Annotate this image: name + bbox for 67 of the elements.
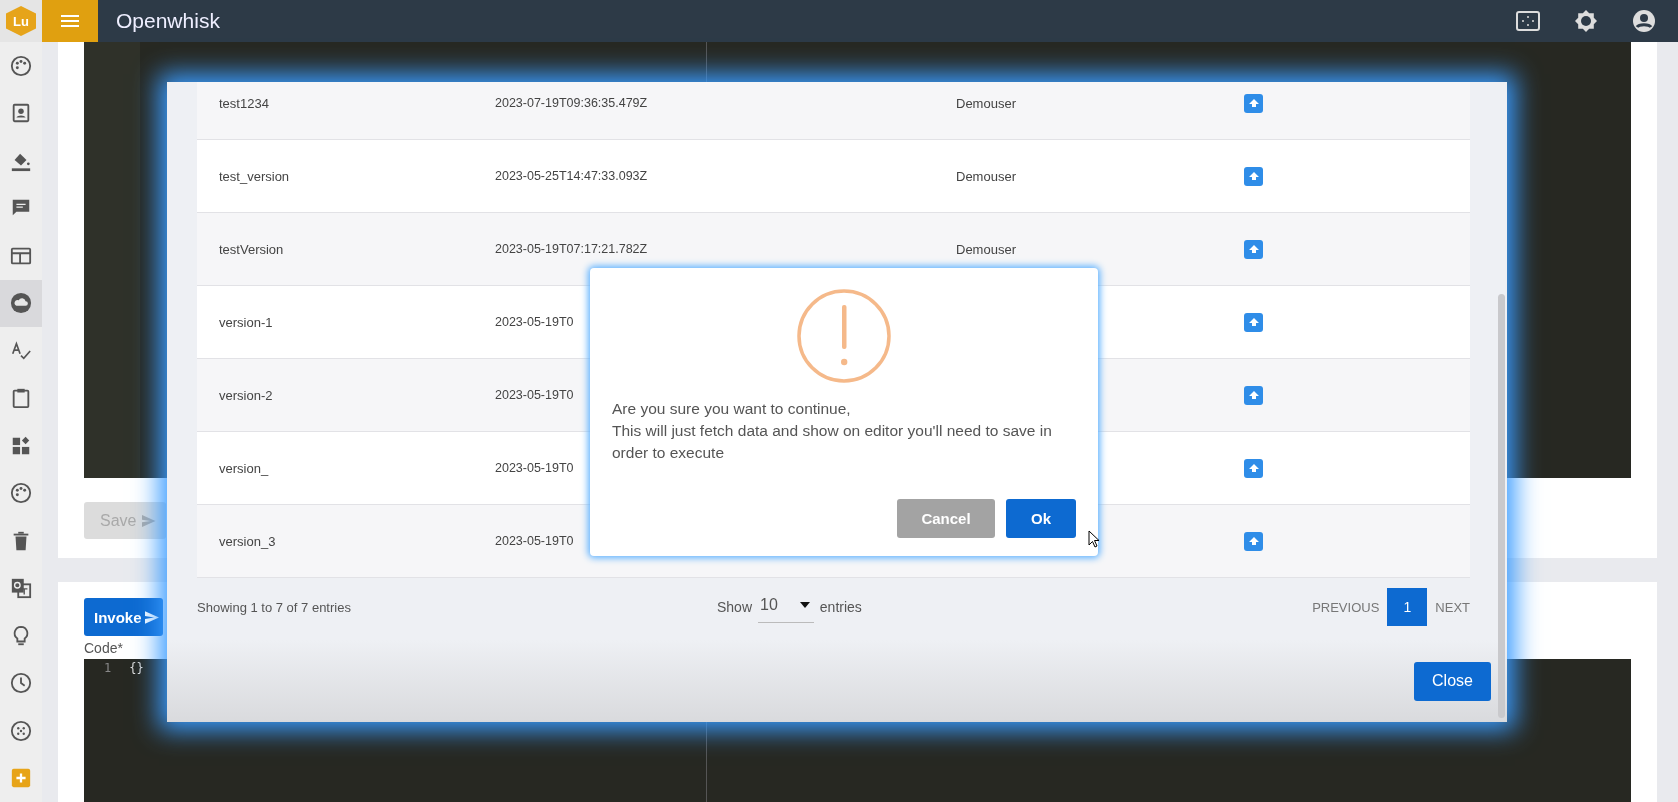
version-date: 2023-05-19T0 <box>495 388 575 402</box>
upload-button[interactable] <box>1244 385 1263 405</box>
translate-icon <box>10 577 32 600</box>
version-date: 2023-05-19T07:17:21.782Z <box>495 242 649 256</box>
clipboard-icon <box>10 387 32 410</box>
version-date: 2023-05-25T14:47:33.093Z <box>495 169 649 183</box>
version-date: 2023-05-19T0 <box>495 461 575 475</box>
version-name: version_ <box>219 460 270 476</box>
app-title: Openwhisk <box>116 9 220 33</box>
page-button[interactable]: 1 <box>1387 588 1428 626</box>
arrow-up-icon <box>1247 171 1260 181</box>
warning-icon <box>796 288 892 384</box>
caret-icon <box>799 601 810 608</box>
version-name: test_version <box>219 168 291 184</box>
upload-button[interactable] <box>1244 239 1263 259</box>
ok-button[interactable]: Ok <box>1006 499 1076 538</box>
spellcheck-icon <box>10 339 32 362</box>
widgets-icon <box>10 434 32 457</box>
arrow-up-icon <box>1247 536 1260 546</box>
upload-button[interactable] <box>1244 312 1263 332</box>
sidebar-item[interactable] <box>0 279 42 327</box>
arrow-up-icon <box>1247 390 1260 400</box>
upload-button[interactable] <box>1244 166 1263 186</box>
cloud-icon <box>10 292 32 315</box>
version-name: version-2 <box>219 387 274 403</box>
upload-button[interactable] <box>1244 531 1263 551</box>
upload-button[interactable] <box>1244 458 1263 478</box>
line-number: 1 <box>104 661 112 675</box>
version-date: 2023-05-19T0 <box>495 315 575 329</box>
logo-badge: Lu <box>0 0 42 42</box>
dots-circle-icon <box>10 719 32 742</box>
code-text: {} <box>129 661 144 675</box>
scrollbar-thumb[interactable] <box>1498 294 1505 718</box>
version-user: Demouser <box>956 168 1016 184</box>
version-user: Demouser <box>956 95 1016 111</box>
menu-icon <box>61 14 79 28</box>
brightness-icon[interactable] <box>1574 9 1598 33</box>
upload-button[interactable] <box>1244 93 1263 113</box>
plus-icon <box>10 767 32 790</box>
arrow-up-icon <box>1247 463 1260 473</box>
send-icon <box>144 610 159 624</box>
previous-link[interactable]: PREVIOUS <box>1312 599 1380 615</box>
account-icon[interactable] <box>1632 9 1656 33</box>
entries-summary: Showing 1 to 7 of 7 entries <box>197 599 352 615</box>
arrow-up-icon <box>1247 244 1260 254</box>
confirm-message: Are you sure you want to continue, This will just fetch data and show on editor you'll need to save in order to execute <box>612 399 1053 463</box>
version-name: testVersion <box>219 241 285 257</box>
version-name: version-1 <box>219 314 274 330</box>
show-label: Show <box>717 599 753 615</box>
arrow-up-icon <box>1247 98 1260 108</box>
version-date: 2023-05-19T0 <box>495 534 575 548</box>
close-button[interactable]: Close <box>1414 661 1491 701</box>
contact-card-icon <box>10 102 32 125</box>
version-name: test1234 <box>219 95 270 111</box>
fullscreen-icon[interactable] <box>1516 11 1540 31</box>
next-link[interactable]: NEXT <box>1435 599 1470 615</box>
arrow-up-icon <box>1247 317 1260 327</box>
version-date: 2023-07-19T09:36:35.479Z <box>495 96 649 110</box>
version-user: Demouser <box>956 241 1016 257</box>
page-size-select[interactable]: 10 <box>758 591 814 623</box>
palette-icon <box>10 54 32 77</box>
version-name: version_3 <box>219 533 277 549</box>
code-label: Code* <box>84 640 124 656</box>
palette-icon <box>10 482 32 505</box>
invoke-button[interactable]: Invoke <box>84 598 163 636</box>
entries-label: entries <box>819 599 862 615</box>
clock-icon <box>10 672 32 695</box>
